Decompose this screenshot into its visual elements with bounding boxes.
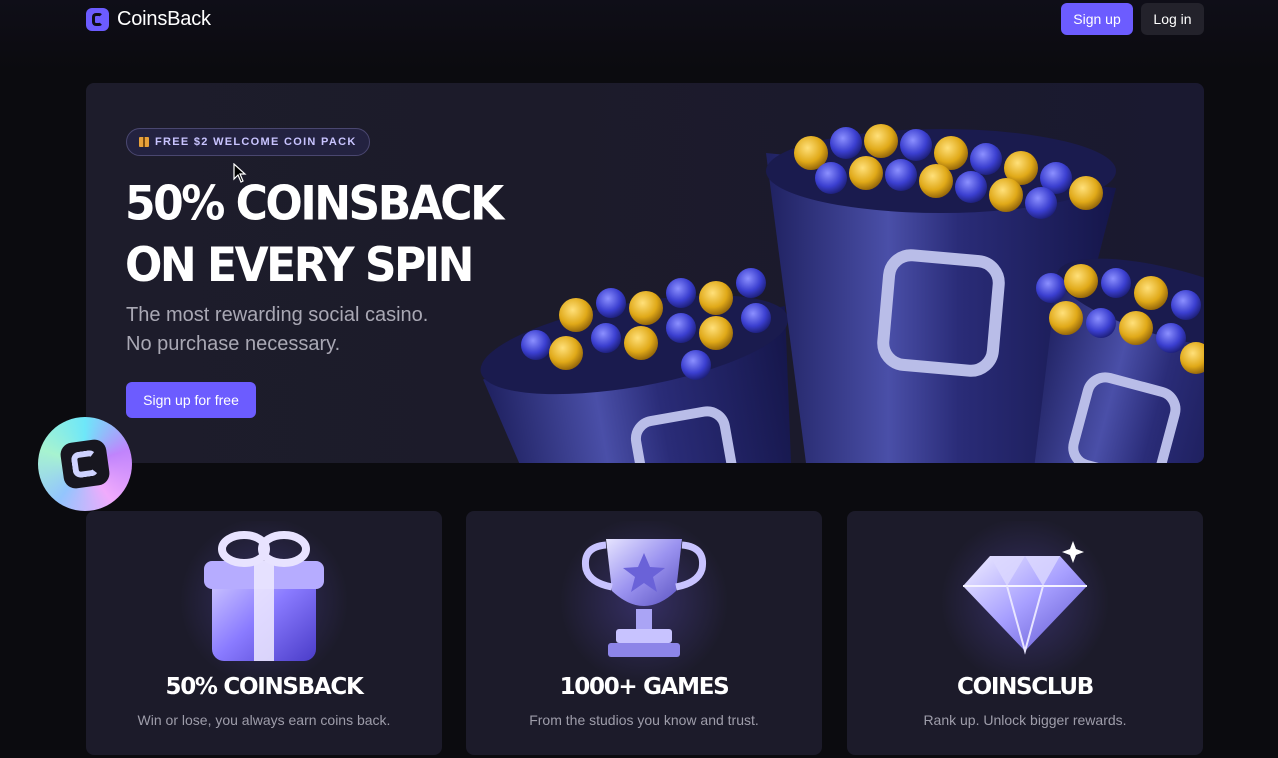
floating-rewards-badge[interactable] bbox=[38, 417, 132, 511]
hero-banner: FREE $2 WELCOME COIN PACK 50% COINSBACK … bbox=[86, 83, 1204, 463]
trophy-icon bbox=[581, 539, 707, 657]
hero-subtitle: The most rewarding social casino. No pur… bbox=[126, 301, 428, 359]
mouse-cursor-icon bbox=[233, 163, 247, 183]
coinsback-logo-icon bbox=[86, 8, 109, 31]
hero-subtitle-line2: No purchase necessary. bbox=[126, 333, 341, 355]
hero-title-line2: ON EVERY SPIN bbox=[125, 237, 474, 293]
feature-title: COINSCLUB bbox=[956, 674, 1094, 700]
hero-title-line1: 50% COINSBACK bbox=[125, 176, 504, 232]
coin-buckets-illustration bbox=[480, 124, 1204, 463]
login-button[interactable]: Log in bbox=[1141, 3, 1204, 35]
diamond-icon bbox=[963, 541, 1087, 655]
welcome-promo-badge[interactable]: FREE $2 WELCOME COIN PACK bbox=[126, 128, 370, 156]
promo-badge-text: FREE $2 WELCOME COIN PACK bbox=[155, 136, 357, 148]
gift-box-icon bbox=[204, 531, 324, 661]
coinsback-logo-icon bbox=[59, 438, 111, 490]
feature-title: 1000+ GAMES bbox=[559, 674, 730, 700]
gift-icon bbox=[139, 137, 149, 147]
feature-description: Win or lose, you always earn coins back. bbox=[137, 712, 391, 728]
feature-description: From the studios you know and trust. bbox=[529, 712, 759, 728]
signup-free-button[interactable]: Sign up for free bbox=[126, 382, 256, 418]
feature-title: 50% COINSBACK bbox=[165, 674, 364, 700]
hero-subtitle-line1: The most rewarding social casino. bbox=[126, 304, 429, 326]
brand-name: CoinsBack bbox=[117, 8, 211, 30]
feature-card-games: 1000+ GAMES From the studios you know an… bbox=[466, 511, 822, 755]
hero-title: 50% COINSBACK ON EVERY SPIN bbox=[125, 173, 504, 296]
signup-button[interactable]: Sign up bbox=[1061, 3, 1133, 35]
feature-description: Rank up. Unlock bigger rewards. bbox=[923, 712, 1127, 728]
feature-card-coinsback: 50% COINSBACK Win or lose, you always ea… bbox=[86, 511, 442, 755]
feature-card-coinsclub: COINSCLUB Rank up. Unlock bigger rewards… bbox=[847, 511, 1203, 755]
brand-logo[interactable]: CoinsBack bbox=[86, 8, 211, 31]
